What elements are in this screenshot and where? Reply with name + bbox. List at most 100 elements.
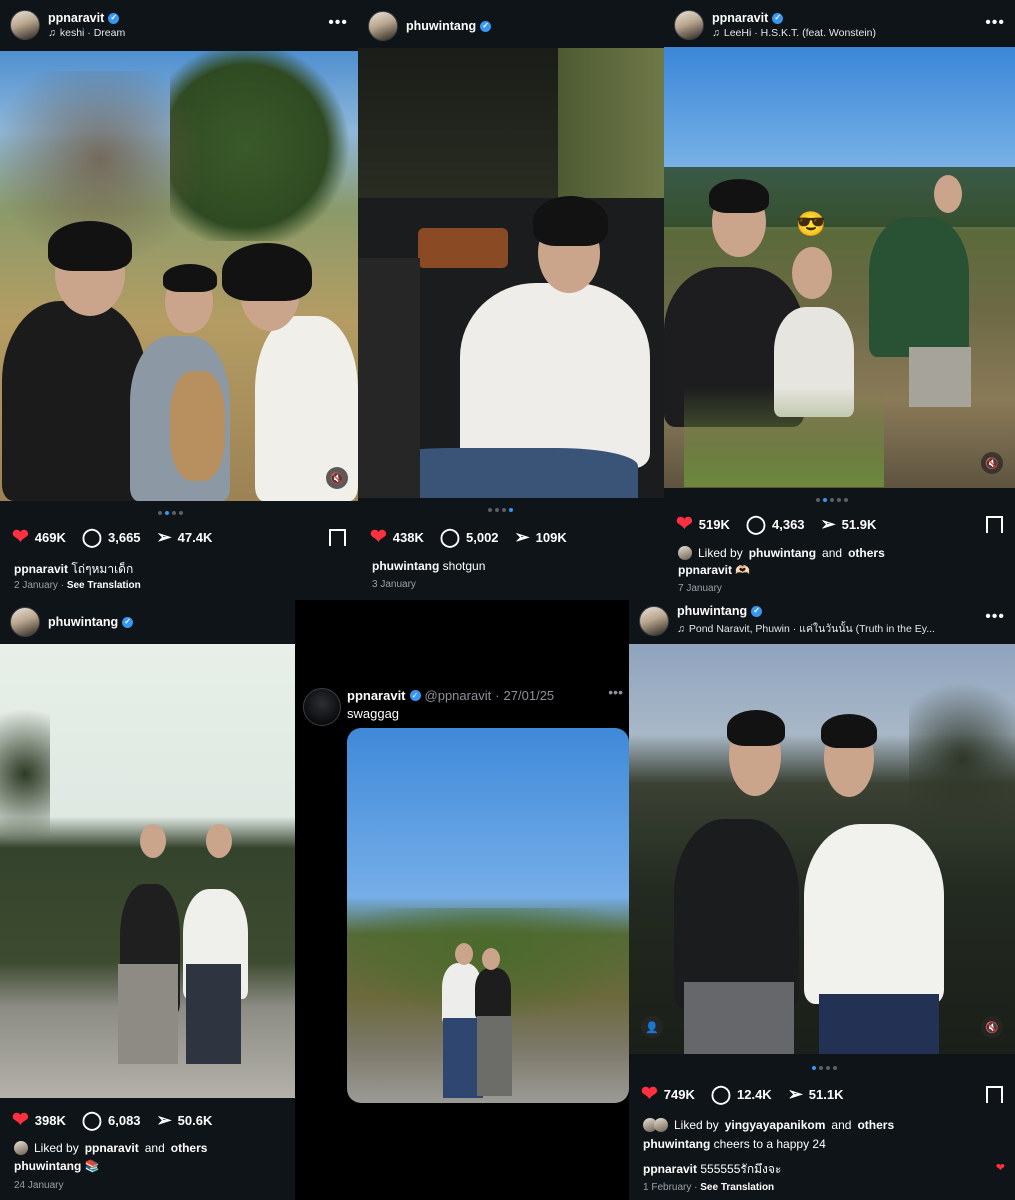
verified-badge-icon: ✓ <box>772 12 784 24</box>
music-note-icon: ♫ <box>48 27 56 39</box>
comment-icon[interactable]: ◯ <box>82 1111 102 1129</box>
avatar[interactable] <box>368 11 398 41</box>
share-icon[interactable]: ➢ <box>788 1085 803 1103</box>
tweet-username[interactable]: ppnaravit <box>347 688 406 703</box>
liked-user[interactable]: ppnaravit <box>85 1141 139 1155</box>
username[interactable]: ppnaravit <box>712 11 768 25</box>
caption-user[interactable]: ppnaravit <box>14 562 68 576</box>
more-options-icon[interactable]: ••• <box>985 14 1005 32</box>
liker-avatar <box>678 546 692 560</box>
liked-by: Liked by ppnaravit and others <box>14 1141 283 1155</box>
see-translation-link[interactable]: See Translation <box>700 1182 774 1193</box>
share-icon[interactable]: ➢ <box>157 1111 172 1129</box>
share-icon[interactable]: ➢ <box>157 528 172 546</box>
post-actions: ❤ 398K ◯ 6,083 ➢ 50.6K <box>12 1110 283 1130</box>
caption-user[interactable]: phuwintang <box>372 559 439 573</box>
audio-track[interactable]: Pond Naravit, Phuwin · แค่ในวันนั้น (Tru… <box>689 620 935 637</box>
more-options-icon[interactable]: ••• <box>328 14 348 32</box>
sunglasses-emoji: 😎 <box>796 211 826 238</box>
avatar[interactable] <box>674 10 704 40</box>
post-image[interactable]: 👤 🔇 <box>629 644 1015 1054</box>
liked-user[interactable]: phuwintang <box>749 546 816 560</box>
tweet-image[interactable] <box>347 728 629 1103</box>
bookmark-icon[interactable] <box>986 515 1003 539</box>
post-actions: ❤ 438K ◯ 5,002 ➢ 109K <box>370 527 652 547</box>
comment-count: 3,665 <box>108 529 141 545</box>
heart-icon[interactable]: ❤ <box>12 1110 29 1130</box>
music-note-icon: ♫ <box>677 622 685 635</box>
caption-user[interactable]: phuwintang <box>14 1159 81 1173</box>
post-panel-6: phuwintang ✓ ♫ Pond Naravit, Phuwin · แค่ใ… <box>629 600 1015 1200</box>
share-icon[interactable]: ➢ <box>821 515 836 533</box>
post-header: ppnaravit ✓ ♫ keshi · Dream <box>10 10 358 40</box>
share-count: 51.9K <box>841 516 877 532</box>
audio-track[interactable]: keshi · Dream <box>60 27 125 39</box>
heart-icon[interactable]: ❤ <box>370 527 387 547</box>
post-date: 24 January <box>14 1180 64 1191</box>
heart-icon[interactable]: ❤ <box>641 1084 658 1104</box>
avatar[interactable] <box>10 10 40 40</box>
post-actions: ❤ 749K ◯ 12.4K ➢ 51.1K <box>641 1084 1003 1109</box>
caption: ppnaravit โถ่ๆหมาเด็ก <box>14 560 346 579</box>
liked-prefix: Liked by <box>674 1118 719 1132</box>
more-options-icon[interactable]: ••• <box>985 608 1005 626</box>
liked-user[interactable]: yingyayapanikom <box>725 1118 826 1132</box>
tweet-panel: ppnaravit ✓ @ppnaravit · 27/01/25 ••• sw… <box>295 600 629 1200</box>
liked-others[interactable]: others <box>171 1141 208 1155</box>
post-panel-3: ppnaravit ✓ ♫ LeeHi · H.S.K.T. (feat. Wons… <box>664 0 1015 600</box>
audio-track[interactable]: LeeHi · H.S.K.T. (feat. Wonstein) <box>724 27 876 39</box>
post-image[interactable]: 😎 🔇 <box>664 47 1015 488</box>
comment-icon[interactable]: ◯ <box>82 528 102 546</box>
carousel-dots <box>158 511 183 515</box>
comment-icon[interactable]: ◯ <box>711 1085 731 1103</box>
like-count: 519K <box>698 516 730 532</box>
bookmark-icon[interactable] <box>986 1085 1003 1109</box>
like-count: 438K <box>392 529 424 545</box>
avatar[interactable] <box>10 607 40 637</box>
username[interactable]: phuwintang <box>677 604 747 618</box>
caption: phuwintang shotgun <box>372 559 652 573</box>
caption: ppnaravit 🫶🏻 <box>678 563 1003 577</box>
post-image[interactable]: 🔇 <box>0 51 358 501</box>
heart-icon[interactable]: ❤ <box>12 527 29 547</box>
bookmark-icon[interactable] <box>329 528 346 552</box>
caption: phuwintang cheers to a happy 24 <box>643 1137 1003 1151</box>
tweet-handle[interactable]: @ppnaravit <box>425 688 492 703</box>
verified-badge-icon: ✓ <box>480 20 492 32</box>
user-tag-icon[interactable]: 👤 <box>641 1016 663 1038</box>
comment-user[interactable]: ppnaravit <box>643 1162 697 1176</box>
mute-icon[interactable]: 🔇 <box>326 467 348 489</box>
avatar[interactable] <box>639 605 669 636</box>
caption-user[interactable]: phuwintang <box>643 1137 710 1151</box>
mute-icon[interactable]: 🔇 <box>981 1016 1003 1038</box>
caption-text: 📚 <box>84 1159 100 1173</box>
tweet-date[interactable]: 27/01/25 <box>504 688 555 703</box>
comment-count: 6,083 <box>108 1112 141 1128</box>
caption-text: 🫶🏻 <box>735 563 751 577</box>
more-options-icon[interactable]: ••• <box>608 684 623 700</box>
carousel-dots <box>812 1066 837 1070</box>
liked-prefix: Liked by <box>34 1141 79 1155</box>
liked-and: and <box>822 546 843 560</box>
post-image[interactable] <box>358 48 664 498</box>
heart-icon[interactable]: ❤ <box>676 514 693 534</box>
username[interactable]: phuwintang <box>406 19 476 33</box>
comment-row: ppnaravit 555555รักมึงจะ <box>643 1160 1003 1179</box>
avatar[interactable] <box>303 688 341 726</box>
share-icon[interactable]: ➢ <box>515 528 530 546</box>
liked-others[interactable]: others <box>848 546 885 560</box>
see-translation-link[interactable]: See Translation <box>67 580 141 591</box>
username[interactable]: phuwintang <box>48 615 118 629</box>
caption-user[interactable]: ppnaravit <box>678 563 732 577</box>
caption-text: cheers to a happy 24 <box>713 1137 826 1151</box>
mute-icon[interactable]: 🔇 <box>981 452 1003 474</box>
comment-icon[interactable]: ◯ <box>440 528 460 546</box>
username[interactable]: ppnaravit <box>48 11 104 25</box>
liker-avatar <box>14 1141 28 1155</box>
comment-count: 5,002 <box>466 529 499 545</box>
post-image[interactable] <box>0 644 295 1098</box>
comment-like-icon[interactable]: ❤ <box>996 1161 1005 1174</box>
comment-icon[interactable]: ◯ <box>746 515 766 533</box>
liker-avatar <box>654 1118 668 1132</box>
liked-others[interactable]: others <box>857 1118 894 1132</box>
